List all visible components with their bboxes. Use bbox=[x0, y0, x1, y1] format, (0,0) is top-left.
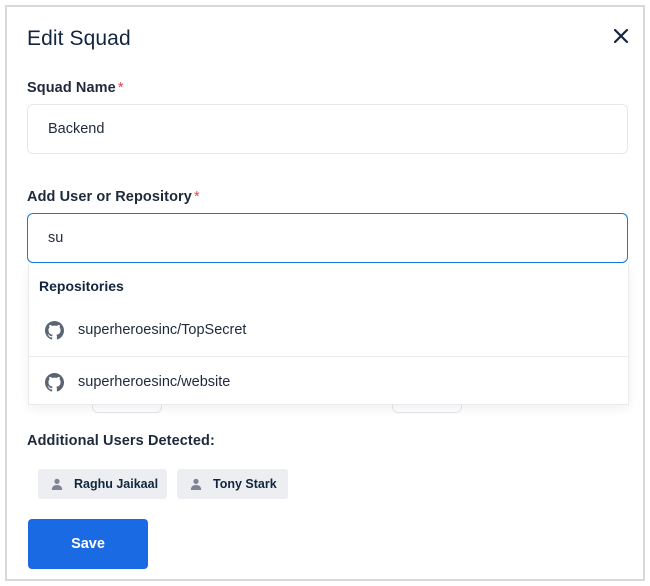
squad-name-label-text: Squad Name bbox=[27, 80, 116, 96]
required-mark: * bbox=[117, 80, 124, 96]
user-icon bbox=[51, 478, 63, 490]
close-icon bbox=[613, 28, 629, 44]
user-chip-label: Tony Stark bbox=[213, 477, 277, 491]
repository-option-label: superheroesinc/website bbox=[78, 374, 231, 390]
user-icon bbox=[190, 478, 202, 490]
squad-name-input[interactable]: Backend bbox=[27, 104, 628, 154]
modal-title: Edit Squad bbox=[27, 27, 131, 50]
user-chip[interactable]: Raghu Jaikaal bbox=[38, 469, 167, 499]
add-user-or-repository-label: Add User or Repository * bbox=[27, 189, 200, 205]
github-icon bbox=[45, 373, 64, 392]
github-icon bbox=[45, 321, 64, 340]
edit-squad-modal: Edit Squad Squad Name * Backend Add User … bbox=[5, 5, 645, 581]
dropdown-heading: Repositories bbox=[39, 278, 124, 294]
close-button[interactable] bbox=[610, 25, 632, 47]
user-chip[interactable]: Tony Stark bbox=[177, 469, 288, 499]
squad-name-label: Squad Name * bbox=[27, 80, 124, 96]
repository-option[interactable]: superheroesinc/TopSecret bbox=[29, 305, 628, 357]
repository-option-label: superheroesinc/TopSecret bbox=[78, 322, 247, 338]
repository-option[interactable]: superheroesinc/website bbox=[29, 357, 628, 409]
save-button[interactable]: Save bbox=[28, 519, 148, 569]
add-user-or-repository-input[interactable]: su bbox=[27, 213, 628, 263]
add-user-label-text: Add User or Repository bbox=[27, 189, 192, 205]
search-results-dropdown: Repositories superheroesinc/TopSecret su… bbox=[28, 264, 629, 405]
required-mark: * bbox=[193, 189, 200, 205]
user-chip-label: Raghu Jaikaal bbox=[74, 477, 159, 491]
additional-users-label: Additional Users Detected: bbox=[27, 433, 215, 449]
